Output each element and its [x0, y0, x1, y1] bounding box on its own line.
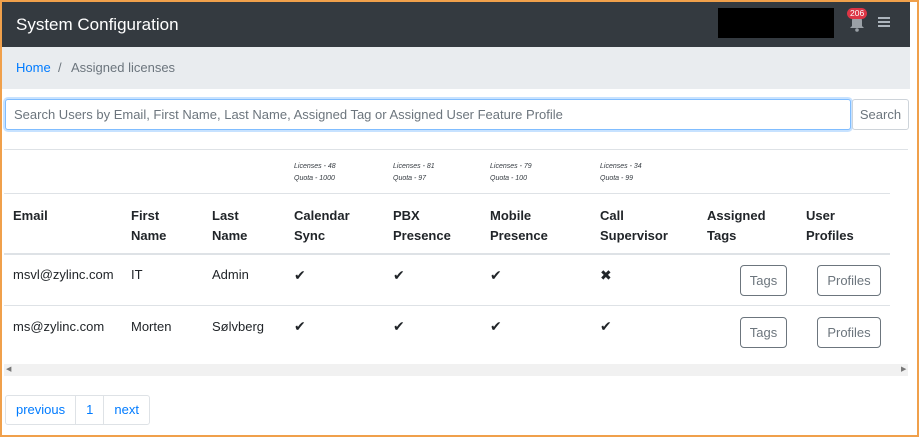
- license-quota: Quota - 100: [490, 175, 527, 182]
- scroll-right-arrow-icon[interactable]: ▶: [901, 364, 906, 376]
- checkmark-icon: ✔: [294, 267, 306, 283]
- breadcrumb-home-link[interactable]: Home: [16, 60, 51, 75]
- hamburger-menu-icon[interactable]: [877, 14, 891, 30]
- header-label: Mobile: [490, 208, 532, 223]
- tags-button[interactable]: Tags: [740, 317, 787, 348]
- breadcrumb-current: Assigned licenses: [71, 60, 176, 75]
- header-label: Name: [131, 228, 167, 243]
- header-label: Email: [13, 208, 48, 223]
- license-info-call-supervisor: Licenses - 34 Quota - 99: [600, 161, 642, 185]
- header-label: Assigned: [707, 208, 766, 223]
- notification-badge: 206: [847, 8, 868, 19]
- redacted-user-area: [718, 8, 834, 38]
- license-info-mobile-presence: Licenses - 79 Quota - 100: [490, 161, 532, 185]
- search-input[interactable]: [5, 99, 851, 130]
- cross-icon: ✖: [600, 267, 612, 283]
- column-header-pbx-presence[interactable]: PBX Presence: [393, 206, 451, 246]
- header-label: Call: [600, 208, 624, 223]
- search-button[interactable]: Search: [852, 99, 909, 130]
- column-header-email[interactable]: Email: [13, 206, 48, 226]
- cell-email: msvl@zylinc.com: [13, 267, 114, 282]
- license-info-calendar-sync: Licenses - 48 Quota - 1000: [294, 161, 336, 185]
- checkmark-icon: ✔: [490, 267, 502, 283]
- license-count: Licenses - 81: [393, 163, 435, 170]
- tags-button[interactable]: Tags: [740, 265, 787, 296]
- pagination-previous[interactable]: previous: [6, 396, 77, 424]
- checkmark-icon: ✔: [294, 318, 306, 334]
- header-label: Presence: [490, 228, 548, 243]
- header-label: Sync: [294, 228, 326, 243]
- license-count: Licenses - 79: [490, 163, 532, 170]
- header-label: Tags: [707, 228, 737, 243]
- header-label: Profiles: [806, 228, 854, 243]
- column-header-mobile-presence[interactable]: Mobile Presence: [490, 206, 548, 246]
- license-count: Licenses - 34: [600, 163, 642, 170]
- checkmark-icon: ✔: [600, 318, 612, 334]
- license-quota: Quota - 97: [393, 175, 427, 182]
- profiles-button[interactable]: Profiles: [817, 265, 881, 296]
- checkmark-icon: ✔: [490, 318, 502, 334]
- column-header-last-name[interactable]: Last Name: [212, 206, 247, 246]
- breadcrumb: Home / Assigned licenses: [2, 47, 910, 89]
- cell-email: ms@zylinc.com: [13, 319, 105, 334]
- cell-first-name: IT: [131, 267, 143, 282]
- pagination-page-1[interactable]: 1: [76, 396, 105, 424]
- column-header-user-profiles[interactable]: User Profiles: [806, 206, 854, 246]
- horizontal-scrollbar[interactable]: [4, 364, 908, 376]
- header-label: Last: [212, 208, 239, 223]
- license-quota: Quota - 1000: [294, 175, 335, 182]
- checkmark-icon: ✔: [393, 267, 405, 283]
- header-label: Presence: [393, 228, 451, 243]
- profiles-button[interactable]: Profiles: [817, 317, 881, 348]
- header-label: PBX: [393, 208, 420, 223]
- breadcrumb-separator: /: [58, 60, 62, 75]
- pagination-next[interactable]: next: [104, 396, 149, 424]
- header-label: First: [131, 208, 160, 223]
- license-count: Licenses - 48: [294, 163, 336, 170]
- header-top-divider: [4, 193, 890, 194]
- checkmark-icon: ✔: [393, 318, 405, 334]
- column-header-assigned-tags[interactable]: Assigned Tags: [707, 206, 766, 246]
- cell-last-name: Sølvberg: [212, 319, 265, 334]
- header-label: Calendar: [294, 208, 350, 223]
- row-divider: [4, 305, 890, 306]
- license-quota: Quota - 99: [600, 175, 634, 182]
- header-label: User: [806, 208, 835, 223]
- header-label: Name: [212, 228, 248, 243]
- scroll-left-arrow-icon[interactable]: ◀: [6, 364, 11, 376]
- column-header-first-name[interactable]: First Name: [131, 206, 166, 246]
- pagination: previous 1 next: [5, 395, 150, 425]
- top-navbar: System Configuration: [2, 2, 910, 47]
- cell-last-name: Admin: [212, 267, 249, 282]
- header-bottom-divider: [4, 253, 890, 255]
- app-title: System Configuration: [16, 15, 179, 34]
- header-label: Supervisor: [600, 228, 668, 243]
- license-info-pbx-presence: Licenses - 81 Quota - 97: [393, 161, 435, 185]
- column-header-call-supervisor[interactable]: Call Supervisor: [600, 206, 668, 246]
- column-header-calendar-sync[interactable]: Calendar Sync: [294, 206, 350, 246]
- cell-first-name: Morten: [131, 319, 172, 334]
- table-top-divider: [4, 149, 908, 150]
